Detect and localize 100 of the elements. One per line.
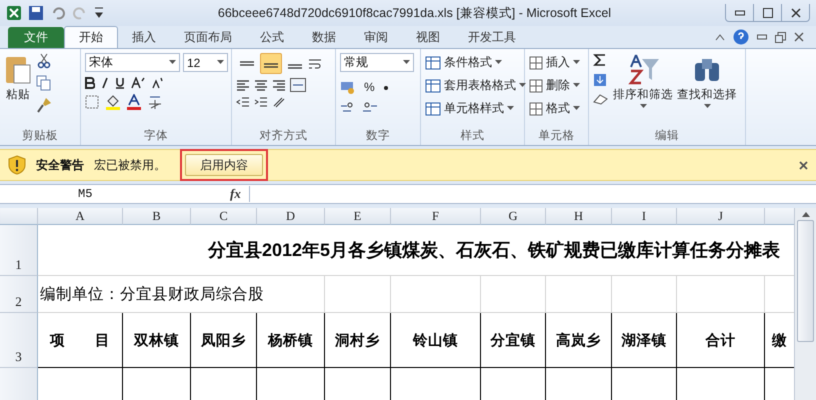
column-heading-cell: 杨桥镇 [257,313,325,368]
dropdown-caret-icon [519,83,526,88]
dropdown-caret-icon [704,104,710,109]
column-header[interactable]: J [677,208,765,225]
restore-icon[interactable] [775,32,786,42]
minimize-icon[interactable] [757,34,767,40]
text-orientation-icon[interactable] [272,96,286,108]
enable-content-button[interactable]: 启用内容 [185,154,263,176]
dropdown-caret-icon [495,60,502,65]
row-header[interactable]: 1 [0,225,38,276]
column-header[interactable]: B [123,208,191,225]
dropdown-caret-icon [507,106,514,111]
scroll-up-icon[interactable] [800,210,811,218]
paste-button[interactable]: 粘贴 [4,53,32,128]
ribbon-tab[interactable]: 插入 [118,27,170,48]
warning-title: 安全警告 [36,156,84,174]
style-menu-button[interactable]: 条件格式 [425,53,526,72]
vertical-scrollbar[interactable] [794,208,816,400]
column-heading-cell: 凤阳乡 [191,313,257,368]
insert-function-button[interactable]: fx [190,186,250,202]
cell-grid-icon [529,78,543,92]
dropdown-caret-icon [403,60,410,65]
ribbon-tab[interactable]: 开发工具 [454,27,530,48]
ribbon-tab[interactable]: 页面布局 [170,27,246,48]
style-menu-button[interactable]: 单元格样式 [425,99,526,118]
column-header[interactable]: D [257,208,325,225]
ribbon-tab[interactable]: 开始 [64,26,118,48]
file-menu-button[interactable]: 文件 [8,27,64,48]
row-header[interactable]: 2 [0,276,38,313]
ribbon-tab[interactable]: 数据 [298,27,350,48]
ribbon-tab[interactable]: 公式 [246,27,298,48]
decrease-indent-icon[interactable] [236,96,250,108]
fill-down-icon[interactable] [593,73,607,87]
column-heading-cell: 项 目 [38,313,123,368]
format-painter-icon[interactable] [36,97,52,113]
column-header[interactable]: I [612,208,677,225]
table-style-icon [425,54,441,70]
column-heading-cell: 分宜镇 [481,313,546,368]
font-name-field[interactable]: 宋体 [85,53,180,72]
column-header[interactable]: G [481,208,546,225]
font-color-icon[interactable] [127,94,141,110]
group-label: 剪贴板 [21,128,59,144]
group-label: 字体 [143,128,169,144]
save-icon[interactable] [28,5,44,21]
underline-icon[interactable] [115,77,125,89]
column-heading-cell: 高岚乡 [546,313,612,368]
dropdown-caret-icon [217,60,224,65]
ribbon-tab[interactable]: 审阅 [350,27,402,48]
copy-icon[interactable] [36,75,52,91]
column-header[interactable]: H [546,208,612,225]
dropdown-caret-icon [573,83,580,88]
cell-grid-icon [529,56,543,70]
sort-filter-button[interactable]: 排序和筛选 [613,53,673,128]
find-select-button[interactable]: 查找和选择 [677,53,737,128]
cells-menu-button[interactable]: 格式 [529,99,580,118]
cells-menu-button[interactable]: 删除 [529,76,580,95]
window-title: 66bceee6748d720dc6910f8cac7991da.xls [兼容模式] - Microsoft Excel [216,4,612,22]
sum-icon[interactable] [593,53,607,67]
increase-indent-icon[interactable] [254,96,268,108]
style-menu-button[interactable]: 套用表格格式 [425,76,526,95]
column-header[interactable]: C [191,208,257,225]
column-header[interactable]: A [38,208,123,225]
align-left-icon [236,79,250,91]
grow-font-icon[interactable] [131,77,145,89]
ribbon-tab[interactable]: 视图 [402,27,454,48]
sort-filter-icon [626,53,660,85]
warning-shield-icon [8,155,26,175]
undo-icon[interactable] [50,5,66,21]
column-header[interactable]: E [325,208,391,225]
table-cell: 编制单位：分宜县财政局综合股 [38,276,325,313]
close-icon[interactable] [794,32,804,42]
row-header[interactable]: 3 [0,313,38,368]
close-icon[interactable] [799,160,808,170]
align-lines-icon [240,61,254,66]
dropdown-caret-icon [169,60,176,65]
italic-icon[interactable] [101,77,109,89]
dropdown-caret-icon [573,60,580,65]
help-icon[interactable] [733,29,749,45]
column-heading-cell: 铃山镇 [391,313,481,368]
border-icon[interactable] [85,95,99,109]
column-heading-cell: 湖泽镇 [612,313,677,368]
close-icon [790,8,800,18]
eraser-icon[interactable] [593,93,609,105]
percent-button[interactable]: % [364,77,375,96]
fill-color-icon[interactable] [105,94,121,110]
number-format-field[interactable]: 常规 [340,53,414,72]
warning-message: 宏已被禁用。 [94,156,166,174]
font-size-field[interactable]: 12 [183,53,228,72]
column-header[interactable]: F [391,208,481,225]
vertical-align-button[interactable] [260,53,282,74]
shrink-font-icon[interactable] [151,77,163,89]
align-center-icon [254,79,268,91]
cells-menu-button[interactable]: 插入 [529,53,580,72]
wrap-text-icon[interactable] [308,58,322,70]
scissors-icon[interactable] [36,53,52,69]
bold-icon[interactable] [85,77,95,89]
scrollbar-thumb[interactable] [797,220,814,342]
name-box-field[interactable]: M5 [0,185,190,203]
merge-cells-icon[interactable] [290,78,306,92]
collapse-ribbon-icon[interactable] [715,33,725,41]
